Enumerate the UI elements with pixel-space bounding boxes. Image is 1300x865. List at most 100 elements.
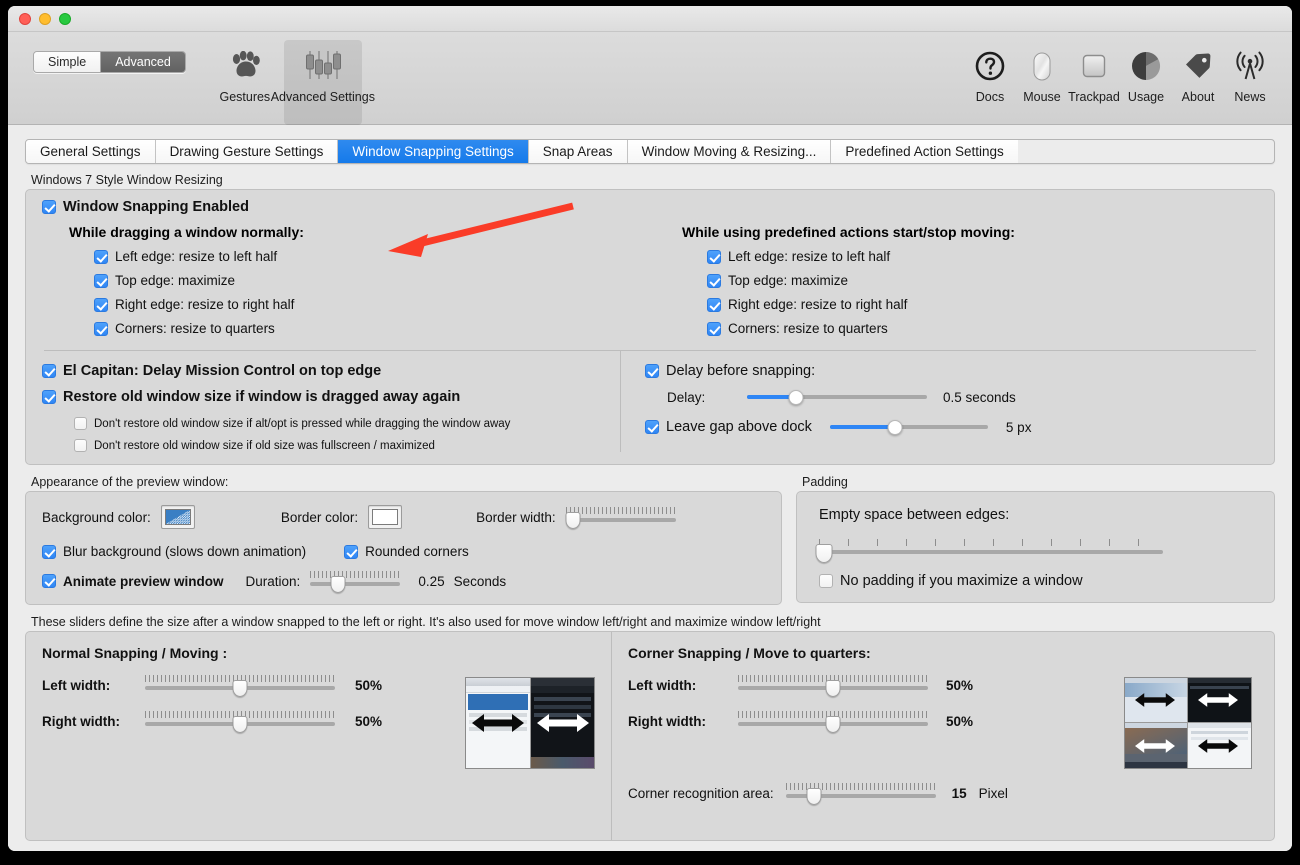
predef-top-edge-checkbox[interactable] [707, 273, 721, 288]
normal-left-width-label: Left width: [42, 677, 111, 693]
corner-left-width-row: Left width: 50% [628, 675, 1114, 697]
close-button[interactable] [19, 13, 31, 25]
drag-corners-checkbox[interactable] [94, 321, 108, 336]
delay-slider-knob[interactable] [788, 389, 804, 405]
rounded-corners-row[interactable]: Rounded corners [344, 544, 469, 559]
leave-gap-checkbox-row[interactable]: Leave gap above dock [645, 419, 812, 435]
zoom-button[interactable] [59, 13, 71, 25]
empty-space-slider-knob[interactable] [815, 544, 833, 563]
trackpad-icon [1078, 44, 1110, 88]
background-color-well[interactable] [160, 505, 195, 529]
predef-corners-row[interactable]: Corners: resize to quarters [707, 321, 1258, 336]
predef-right-edge-row[interactable]: Right edge: resize to right half [707, 297, 1258, 312]
tab-drawing-gesture-settings[interactable]: Drawing Gesture Settings [155, 140, 339, 163]
no-restore-alt-checkbox[interactable] [74, 417, 87, 430]
appearance-group-title: Appearance of the preview window: [31, 475, 229, 489]
predef-top-edge-row[interactable]: Top edge: maximize [707, 273, 1258, 288]
restore-old-size-row[interactable]: Restore old window size if window is dra… [42, 389, 620, 405]
duration-slider[interactable] [310, 571, 401, 593]
delay-slider-label: Delay: [667, 389, 706, 405]
toolbar-item-docs[interactable]: Docs [964, 40, 1016, 104]
drag-top-edge-row[interactable]: Top edge: maximize [94, 273, 682, 288]
el-capitan-row[interactable]: El Capitan: Delay Mission Control on top… [42, 363, 620, 379]
predef-right-edge-checkbox[interactable] [707, 297, 721, 312]
toolbar-item-news[interactable]: News [1224, 40, 1276, 104]
drag-corners-row[interactable]: Corners: resize to quarters [94, 321, 682, 336]
blur-background-row[interactable]: Blur background (slows down animation) [42, 544, 306, 559]
no-padding-checkbox[interactable] [819, 574, 833, 588]
delay-before-snapping-row[interactable]: Delay before snapping: [645, 363, 1258, 379]
tag-icon [1182, 44, 1214, 88]
empty-space-slider[interactable] [815, 539, 1163, 563]
predef-left-edge-row[interactable]: Left edge: resize to left half [707, 249, 1258, 264]
toolbar-item-about[interactable]: About [1172, 40, 1224, 104]
blur-background-checkbox[interactable] [42, 544, 56, 559]
delay-gap-column: Delay before snapping: Delay: 0.5 second… [621, 351, 1258, 452]
restore-old-size-checkbox[interactable] [42, 390, 56, 404]
toolbar-item-gestures[interactable]: Gestures [206, 40, 284, 125]
rounded-corners-checkbox[interactable] [344, 544, 359, 559]
drag-left-edge-row[interactable]: Left edge: resize to left half [94, 249, 682, 264]
toolbar-item-usage[interactable]: Usage [1120, 40, 1172, 104]
drag-top-edge-label: Top edge: maximize [115, 273, 236, 288]
no-restore-alt-row[interactable]: Don't restore old window size if alt/opt… [74, 417, 620, 430]
normal-left-width-knob[interactable] [232, 680, 248, 697]
corner-right-width-slider[interactable] [738, 711, 928, 733]
predef-right-edge-label: Right edge: resize to right half [728, 297, 908, 312]
corner-recognition-knob[interactable] [806, 788, 822, 805]
tab-window-snapping-settings[interactable]: Window Snapping Settings [338, 140, 529, 163]
animate-preview-row[interactable]: Animate preview window [42, 574, 224, 589]
corner-recognition-value: 15 [951, 785, 967, 801]
toolbar-item-advanced-settings[interactable]: Advanced Settings [271, 40, 375, 125]
border-width-slider[interactable] [565, 507, 676, 529]
segment-simple[interactable]: Simple [34, 52, 102, 72]
padding-group-title: Padding [802, 475, 848, 489]
minimize-button[interactable] [39, 13, 51, 25]
drag-top-edge-checkbox[interactable] [94, 273, 108, 288]
window-snapping-enabled-checkbox[interactable] [42, 200, 56, 214]
normal-right-width-slider[interactable] [145, 711, 335, 733]
four-quadrant-preview-thumbnail [1124, 677, 1252, 769]
delay-before-snapping-checkbox[interactable] [645, 364, 659, 378]
corner-left-width-value: 50% [946, 677, 974, 693]
predef-corners-checkbox[interactable] [707, 321, 721, 336]
corner-left-width-knob[interactable] [825, 680, 841, 697]
el-capitan-checkbox[interactable] [42, 364, 56, 378]
corner-recognition-slider[interactable] [785, 783, 936, 805]
toolbar-item-trackpad[interactable]: Trackpad [1068, 40, 1120, 104]
duration-slider-knob[interactable] [330, 576, 346, 593]
no-restore-fullscreen-checkbox[interactable] [74, 439, 87, 452]
mode-segmented-control[interactable]: Simple Advanced [33, 51, 186, 73]
empty-space-slider-track [819, 550, 1163, 554]
tab-window-moving-resizing[interactable]: Window Moving & Resizing... [627, 140, 832, 163]
border-color-label: Border color: [280, 509, 359, 525]
toolbar-item-mouse[interactable]: Mouse [1016, 40, 1068, 104]
leave-gap-checkbox[interactable] [645, 420, 659, 434]
leave-gap-slider-knob[interactable] [887, 419, 903, 435]
delay-slider[interactable] [747, 389, 927, 405]
corner-left-width-slider[interactable] [738, 675, 928, 697]
corner-right-width-knob[interactable] [825, 716, 841, 733]
drag-left-edge-checkbox[interactable] [94, 249, 108, 264]
no-padding-row[interactable]: No padding if you maximize a window [819, 573, 1256, 589]
animate-preview-checkbox[interactable] [42, 574, 56, 588]
tab-predefined-action-settings[interactable]: Predefined Action Settings [831, 140, 1018, 163]
border-color-well[interactable] [368, 505, 403, 529]
normal-right-width-knob[interactable] [232, 716, 248, 733]
tab-snap-areas[interactable]: Snap Areas [528, 140, 628, 163]
leave-gap-slider[interactable] [829, 419, 988, 435]
border-width-slider-knob[interactable] [565, 512, 581, 529]
segment-advanced[interactable]: Advanced [101, 52, 185, 72]
app-window: Simple Advanced Gestures Advanced Settin… [8, 6, 1292, 851]
normal-right-width-value: 50% [355, 713, 383, 729]
normal-left-width-slider[interactable] [145, 675, 335, 697]
predef-left-edge-checkbox[interactable] [707, 249, 721, 264]
window-snapping-enabled-row[interactable]: Window Snapping Enabled [26, 190, 1274, 215]
duration-slider-ticks [310, 571, 401, 578]
drag-right-edge-checkbox[interactable] [94, 297, 108, 312]
no-restore-fullscreen-row[interactable]: Don't restore old window size if old siz… [74, 439, 620, 452]
normal-right-width-row: Right width: 50% [42, 711, 465, 733]
tab-general-settings[interactable]: General Settings [26, 140, 156, 163]
drag-right-edge-row[interactable]: Right edge: resize to right half [94, 297, 682, 312]
toolbar-item-advanced-settings-label: Advanced Settings [270, 90, 375, 104]
